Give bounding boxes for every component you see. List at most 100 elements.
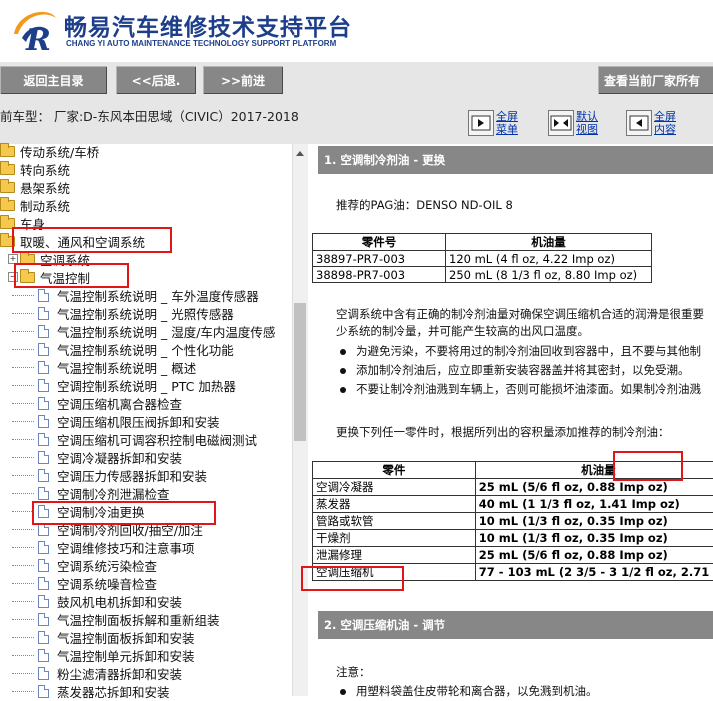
tree-doc-label: 空调冷凝器拆卸和安装 bbox=[57, 448, 182, 467]
document-icon bbox=[38, 595, 49, 608]
document-icon bbox=[38, 577, 49, 590]
tree-doc-label: 气温控制面板拆卸和安装 bbox=[57, 628, 195, 647]
tree-doc-item[interactable]: 空调系统噪音检查 bbox=[12, 574, 157, 592]
tree-doc-item[interactable]: 气温控制系统说明 _ 个性化功能 bbox=[12, 340, 234, 358]
tree-doc-item[interactable]: 空调压缩机可调容积控制电磁阀测试 bbox=[12, 430, 257, 448]
table-header: 零件 bbox=[313, 462, 476, 479]
tree-doc-label: 空调压缩机限压阀拆卸和安装 bbox=[57, 412, 220, 431]
home-button[interactable]: 返回主目录 bbox=[0, 66, 107, 94]
document-icon bbox=[38, 667, 49, 680]
back-button[interactable]: <<后退. bbox=[116, 66, 196, 94]
table-cell: 250 mL (8 1/3 fl oz, 8.80 Imp oz) bbox=[446, 267, 652, 283]
view-label-line1: 默认 bbox=[576, 110, 598, 123]
app-title: 畅易汽车维修技术支持平台 bbox=[64, 8, 352, 42]
table-cell: 25 mL (5/6 fl oz, 0.88 Imp oz) bbox=[475, 479, 713, 496]
tree-doc-item[interactable]: 空调制冷剂泄漏检查 bbox=[12, 484, 170, 502]
tree-connector bbox=[12, 295, 34, 296]
tree-doc-item[interactable]: 气温控制系统说明 _ 车外温度传感器 bbox=[12, 286, 259, 304]
bullet-item: 为避免污染，不要将用过的制冷剂油回收到容器中，且不要与其他制 bbox=[340, 343, 701, 359]
tree-doc-item[interactable]: 空调冷凝器拆卸和安装 bbox=[12, 448, 182, 466]
bullet-icon bbox=[340, 349, 346, 355]
table-cell: 管路或软管 bbox=[313, 513, 476, 530]
default-view-button[interactable]: 默认视图 bbox=[548, 110, 598, 138]
table-row: 38897-PR7-003 120 mL (4 fl oz, 4.22 Imp … bbox=[313, 251, 652, 267]
document-icon bbox=[38, 649, 49, 662]
tree-connector bbox=[12, 457, 34, 458]
table-row: 蒸发器40 mL (1 1/3 fl oz, 1.41 Imp oz) bbox=[313, 496, 713, 513]
tree-doc-item[interactable]: 气温控制单元拆卸和安装 bbox=[12, 646, 195, 664]
table-cell: 40 mL (1 1/3 fl oz, 1.41 Imp oz) bbox=[475, 496, 713, 513]
tree-folder-brakes[interactable]: 制动系统 bbox=[0, 196, 70, 214]
tree-doc-label: 鼓风机电机拆卸和安装 bbox=[57, 592, 182, 611]
tree-doc-item[interactable]: 蒸发器芯拆卸和安装 bbox=[12, 682, 170, 700]
tree-doc-item[interactable]: 气温控制系统说明 _ 湿度/车内温度传感 bbox=[12, 322, 275, 340]
tree-connector bbox=[12, 331, 34, 332]
tree-doc-label: 空调压缩机可调容积控制电磁阀测试 bbox=[57, 430, 257, 449]
bullet-icon bbox=[340, 368, 346, 374]
tree-connector bbox=[12, 385, 34, 386]
car-model-label: 前车型： 厂家:D-东风本田思域（CIVIC）2017-2018 bbox=[0, 106, 299, 125]
tree-connector bbox=[12, 547, 34, 548]
tree-doc-item[interactable]: 气温控制系统说明 _ 概述 bbox=[12, 358, 196, 376]
table-row: 38898-PR7-003 250 mL (8 1/3 fl oz, 8.80 … bbox=[313, 267, 652, 283]
tree-doc-item[interactable]: 气温控制系统说明 _ 光照传感器 bbox=[12, 304, 234, 322]
tree-connector bbox=[12, 475, 34, 476]
forward-button[interactable]: >>前进 bbox=[203, 66, 283, 94]
tree-doc-item[interactable]: 气温控制面板拆卸和安装 bbox=[12, 628, 195, 646]
tree-doc-label: 气温控制单元拆卸和安装 bbox=[57, 646, 195, 665]
document-icon bbox=[38, 559, 49, 572]
fullscreen-content-button[interactable]: 全屏内容 bbox=[626, 110, 676, 138]
view-factory-button[interactable]: 查看当前厂家所有 bbox=[598, 66, 713, 94]
paragraph-line: 少系统的制冷量，并可能产生较高的出风口温度。 bbox=[336, 323, 589, 339]
view-label-line1: 全屏 bbox=[654, 110, 676, 123]
tree-doc-item[interactable]: 空调系统污染检查 bbox=[12, 556, 157, 574]
table-cell: 25 mL (5/6 fl oz, 0.88 Imp oz) bbox=[475, 547, 713, 564]
table-cell: 38898-PR7-003 bbox=[313, 267, 446, 283]
tree-connector bbox=[12, 565, 34, 566]
fullscreen-menu-button[interactable]: 全屏菜单 bbox=[468, 110, 518, 138]
document-icon bbox=[38, 307, 49, 320]
section-header: 1. 空调制冷剂油 - 更换 bbox=[318, 146, 713, 174]
tree-doc-item[interactable]: 空调压缩机离合器检查 bbox=[12, 394, 182, 412]
tree-doc-item[interactable]: 粉尘滤清器拆卸和安装 bbox=[12, 664, 182, 682]
table-cell: 干燥剂 bbox=[313, 530, 476, 547]
bullet-icon bbox=[340, 387, 346, 393]
table-cell: 10 mL (1/3 fl oz, 0.35 Imp oz) bbox=[475, 513, 713, 530]
tree-folder-label: 悬架系统 bbox=[20, 178, 70, 197]
folder-icon bbox=[0, 200, 15, 211]
document-icon bbox=[38, 343, 49, 356]
table-header: 零件号 bbox=[313, 234, 446, 251]
highlight-hvac bbox=[12, 227, 172, 253]
view-label-line1: 全屏 bbox=[496, 110, 518, 123]
tree-doc-label: 空调压缩机离合器检查 bbox=[57, 394, 182, 413]
tree-doc-label: 蒸发器芯拆卸和安装 bbox=[57, 682, 170, 701]
bullet-text: 添加制冷剂油后，应立即重新安装容器盖并将其密封，以免受潮。 bbox=[356, 363, 690, 377]
tree-folder-drivetrain[interactable]: 传动系统/车桥 bbox=[0, 142, 99, 160]
tree-folder-label: 转向系统 bbox=[20, 160, 70, 179]
tree-doc-item[interactable]: 空调压力传感器拆卸和安装 bbox=[12, 466, 207, 484]
scroll-up-arrow-icon[interactable] bbox=[294, 148, 306, 160]
tree-doc-label: 粉尘滤清器拆卸和安装 bbox=[57, 664, 182, 683]
tree-connector bbox=[12, 313, 34, 314]
tree-connector bbox=[12, 619, 34, 620]
highlight-climate-control bbox=[14, 263, 129, 288]
app-subtitle: CHANG YI AUTO MAINTENANCE TECHNOLOGY SUP… bbox=[66, 39, 336, 48]
tree-doc-item[interactable]: 气温控制面板拆解和重新组装 bbox=[12, 610, 220, 628]
tree-folder-suspension[interactable]: 悬架系统 bbox=[0, 178, 70, 196]
tree-connector bbox=[12, 439, 34, 440]
tree-folder-steering[interactable]: 转向系统 bbox=[0, 160, 70, 178]
tree-scrollbar-thumb[interactable] bbox=[294, 303, 306, 441]
table-cell: 空调冷凝器 bbox=[313, 479, 476, 496]
document-icon bbox=[38, 433, 49, 446]
tree-doc-item[interactable]: 空调维修技巧和注意事项 bbox=[12, 538, 195, 556]
tree-doc-item[interactable]: 空调控制系统说明 _ PTC 加热器 bbox=[12, 376, 236, 394]
recommended-oil: 推荐的PAG油：DENSO ND-OIL 8 bbox=[336, 197, 513, 213]
tree-doc-label: 空调压力传感器拆卸和安装 bbox=[57, 466, 207, 485]
logo-icon: R bbox=[8, 4, 60, 56]
table-cell: 蒸发器 bbox=[313, 496, 476, 513]
tree-doc-item[interactable]: 空调压缩机限压阀拆卸和安装 bbox=[12, 412, 220, 430]
view-label-line2: 内容 bbox=[654, 123, 676, 136]
tree-connector bbox=[12, 403, 34, 404]
table-row: 泄漏修理25 mL (5/6 fl oz, 0.88 Imp oz) bbox=[313, 547, 713, 564]
tree-doc-item[interactable]: 鼓风机电机拆卸和安装 bbox=[12, 592, 182, 610]
